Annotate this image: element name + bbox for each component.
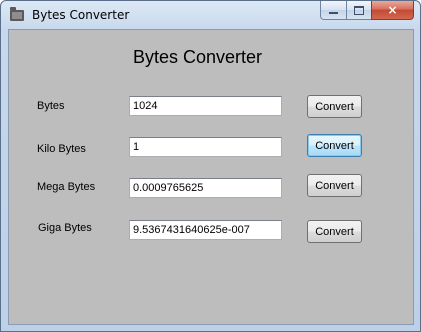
maximize-icon (354, 5, 364, 15)
window-title: Bytes Converter (32, 8, 130, 22)
kilo-bytes-label: Kilo Bytes (37, 143, 86, 155)
mega-bytes-input[interactable] (129, 178, 282, 198)
giga-bytes-input[interactable] (129, 220, 282, 240)
mega-bytes-convert-button[interactable]: Convert (307, 174, 362, 197)
window-controls: × (320, 1, 414, 21)
minimize-icon (329, 11, 338, 14)
maximize-button[interactable] (346, 1, 371, 20)
bytes-convert-button[interactable]: Convert (307, 95, 362, 118)
kilo-bytes-input[interactable] (129, 137, 282, 157)
close-icon: × (387, 3, 398, 17)
folder-icon (10, 7, 24, 21)
form-client-area: Bytes Converter Bytes Convert Kilo Bytes… (8, 29, 414, 325)
close-button[interactable]: × (371, 1, 414, 20)
giga-bytes-convert-button[interactable]: Convert (307, 220, 362, 243)
bytes-label: Bytes (37, 100, 65, 112)
bytes-input[interactable] (129, 96, 282, 116)
giga-bytes-label: Giga Bytes (38, 222, 92, 234)
app-window: Bytes Converter × Bytes Converter Bytes … (0, 0, 421, 332)
form-heading: Bytes Converter (133, 47, 263, 67)
kilo-bytes-convert-button[interactable]: Convert (307, 134, 362, 157)
mega-bytes-label: Mega Bytes (37, 181, 96, 193)
title-bar[interactable]: Bytes Converter × (1, 1, 420, 29)
minimize-button[interactable] (320, 1, 346, 20)
